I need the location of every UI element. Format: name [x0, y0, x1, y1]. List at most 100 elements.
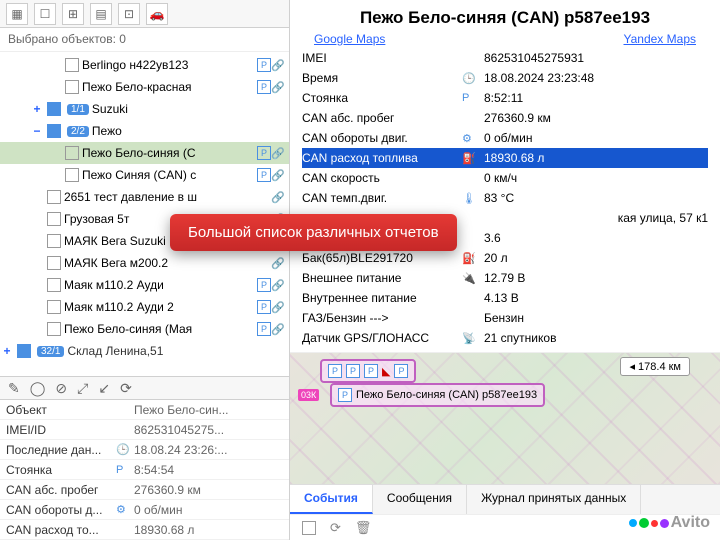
- parking-icon: P: [257, 168, 271, 182]
- detail-tool-5[interactable]: ⟳: [120, 380, 132, 397]
- yandex-maps-link[interactable]: Yandex Maps: [624, 32, 697, 46]
- checkbox[interactable]: [47, 102, 61, 116]
- info-row: ГАЗ/Бензин --->Бензин: [302, 308, 708, 328]
- parking-icon: P: [394, 364, 408, 378]
- tree-row[interactable]: Berlingo н422ув123P🔗: [0, 54, 289, 76]
- info-row: IMEI862531045275931: [302, 48, 708, 68]
- detail-toolbar: ✎ ◯ ⊘ ⤢ ↙ ⟳: [0, 376, 289, 400]
- tab-1[interactable]: Сообщения: [373, 485, 467, 514]
- parking-icon: P: [328, 364, 342, 378]
- checkbox[interactable]: [47, 190, 61, 204]
- map-marker-cluster[interactable]: P P P ◣ P: [320, 359, 416, 383]
- detail-grid: ОбъектПежо Бело-син...IMEI/ID86253104527…: [0, 400, 289, 540]
- tree-row[interactable]: +32/1Склад Ленина,51: [0, 340, 289, 362]
- detail-row: IMEI/ID862531045275...: [0, 420, 289, 440]
- select-all-checkbox[interactable]: [302, 521, 316, 535]
- link-icon: 🔗: [271, 191, 285, 204]
- map-road-label: 03К: [298, 389, 319, 401]
- info-row: Бак(65л)BLE291720⛽20 л: [302, 248, 708, 268]
- detail-row: Последние дан...🕒18.08.24 23:26:...: [0, 440, 289, 460]
- info-row: CAN абс. пробег276360.9 км: [302, 108, 708, 128]
- tree-row[interactable]: Маяк м110.2 АудиP🔗: [0, 274, 289, 296]
- link-icon: 🔗: [271, 301, 285, 314]
- tab-0[interactable]: События: [290, 485, 373, 514]
- tree-row[interactable]: Пежо Синяя (CAN) сP🔗: [0, 164, 289, 186]
- checkbox[interactable]: [47, 256, 61, 270]
- tree-row[interactable]: +1/1Suzuki: [0, 98, 289, 120]
- toolbar-btn-4[interactable]: ▤: [90, 3, 112, 25]
- tree-row[interactable]: Пежо Бело-краснаяP🔗: [0, 76, 289, 98]
- expand-icon[interactable]: +: [30, 102, 44, 116]
- checkbox[interactable]: [47, 212, 61, 226]
- checkbox[interactable]: [65, 58, 79, 72]
- checkbox[interactable]: [47, 322, 61, 336]
- expand-icon[interactable]: +: [0, 344, 14, 358]
- detail-tool-2[interactable]: ⊘: [55, 380, 67, 397]
- selection-count: Выбрано объектов: 0: [0, 28, 289, 52]
- parking-icon: P: [257, 278, 271, 292]
- promo-callout: Большой список различных отчетов: [170, 214, 457, 251]
- count-badge: 1/1: [67, 104, 89, 115]
- toolbar-btn-1[interactable]: ▦: [6, 3, 28, 25]
- toolbar-btn-6[interactable]: 🚗: [146, 3, 168, 25]
- map-object-label[interactable]: P Пежо Бело-синяя (CAN) р587ее193: [330, 383, 545, 407]
- detail-row: СтоянкаP8:54:54: [0, 460, 289, 480]
- checkbox[interactable]: [17, 344, 31, 358]
- tree-label: Склад Ленина,51: [67, 344, 285, 358]
- parking-icon: P: [257, 80, 271, 94]
- detail-tool-0[interactable]: ✎: [8, 380, 20, 397]
- detail-tool-4[interactable]: ↙: [98, 380, 110, 397]
- link-icon: 🔗: [271, 81, 285, 94]
- checkbox[interactable]: [65, 80, 79, 94]
- link-icon: 🔗: [271, 59, 285, 72]
- toolbar-btn-2[interactable]: ☐: [34, 3, 56, 25]
- tab-2[interactable]: Журнал принятых данных: [467, 485, 641, 514]
- expand-icon[interactable]: −: [30, 124, 44, 138]
- delete-icon[interactable]: 🗑: [355, 520, 372, 536]
- detail-tool-1[interactable]: ◯: [30, 380, 46, 397]
- google-maps-link[interactable]: Google Maps: [314, 32, 385, 46]
- info-row: CAN обороты двиг.⚙0 об/мин: [302, 128, 708, 148]
- refresh-icon[interactable]: ⟳: [330, 520, 341, 536]
- left-toolbar: ▦ ☐ ⊞ ▤ ⊡ 🚗: [0, 0, 289, 28]
- info-row: Датчик GPS/ГЛОНАСС📡21 спутников: [302, 328, 708, 348]
- toolbar-btn-3[interactable]: ⊞: [62, 3, 84, 25]
- checkbox[interactable]: [47, 278, 61, 292]
- link-icon: 🔗: [271, 147, 285, 160]
- parking-icon: P: [257, 58, 271, 72]
- tree-label: Berlingo н422ув123: [82, 58, 255, 72]
- map-area[interactable]: ◂ 178.4 км P P P ◣ P P Пежо Бело-синяя (…: [290, 352, 720, 484]
- info-row: Время🕒18.08.2024 23:23:48: [302, 68, 708, 88]
- tree-row[interactable]: МАЯК Вега м200.2🔗: [0, 252, 289, 274]
- tree-label: Маяк м110.2 Ауди 2: [64, 300, 255, 314]
- checkbox[interactable]: [65, 168, 79, 182]
- tree-row[interactable]: Пежо Бело-синяя (CP🔗: [0, 142, 289, 164]
- toolbar-btn-5[interactable]: ⊡: [118, 3, 140, 25]
- info-row: Внешнее питание🔌12.79 В: [302, 268, 708, 288]
- tree-row[interactable]: Пежо Бело-синяя (МаяP🔗: [0, 318, 289, 340]
- avito-watermark: Avito: [629, 514, 710, 532]
- info-grid: IMEI862531045275931Время🕒18.08.2024 23:2…: [290, 48, 720, 348]
- tree-row[interactable]: −2/2Пежо: [0, 120, 289, 142]
- info-row: CAN расход топлива⛽18930.68 л: [302, 148, 708, 168]
- checkbox[interactable]: [47, 300, 61, 314]
- count-badge: 2/2: [67, 126, 89, 137]
- bottom-tabs: СобытияСообщенияЖурнал принятых данных: [290, 484, 720, 514]
- info-row: CAN скорость0 км/ч: [302, 168, 708, 188]
- detail-row: CAN расход то...18930.68 л: [0, 520, 289, 540]
- detail-tool-3[interactable]: ⤢: [77, 380, 88, 397]
- link-icon: 🔗: [271, 257, 285, 270]
- tree-label: МАЯК Вега м200.2: [64, 256, 271, 270]
- tree-label: Пежо Синяя (CAN) с: [82, 168, 255, 182]
- detail-row: CAN абс. пробег276360.9 км: [0, 480, 289, 500]
- checkbox[interactable]: [65, 146, 79, 160]
- checkbox[interactable]: [47, 124, 61, 138]
- checkbox[interactable]: [47, 234, 61, 248]
- info-row: Внутреннее питание4.13 В: [302, 288, 708, 308]
- detail-row: CAN обороты д...⚙0 об/мин: [0, 500, 289, 520]
- tree-row[interactable]: Маяк м110.2 Ауди 2P🔗: [0, 296, 289, 318]
- parking-icon: P: [364, 364, 378, 378]
- map-links: Google Maps Yandex Maps: [290, 32, 720, 48]
- tree-row[interactable]: 2651 тест давление в ш🔗: [0, 186, 289, 208]
- parking-icon: P: [346, 364, 360, 378]
